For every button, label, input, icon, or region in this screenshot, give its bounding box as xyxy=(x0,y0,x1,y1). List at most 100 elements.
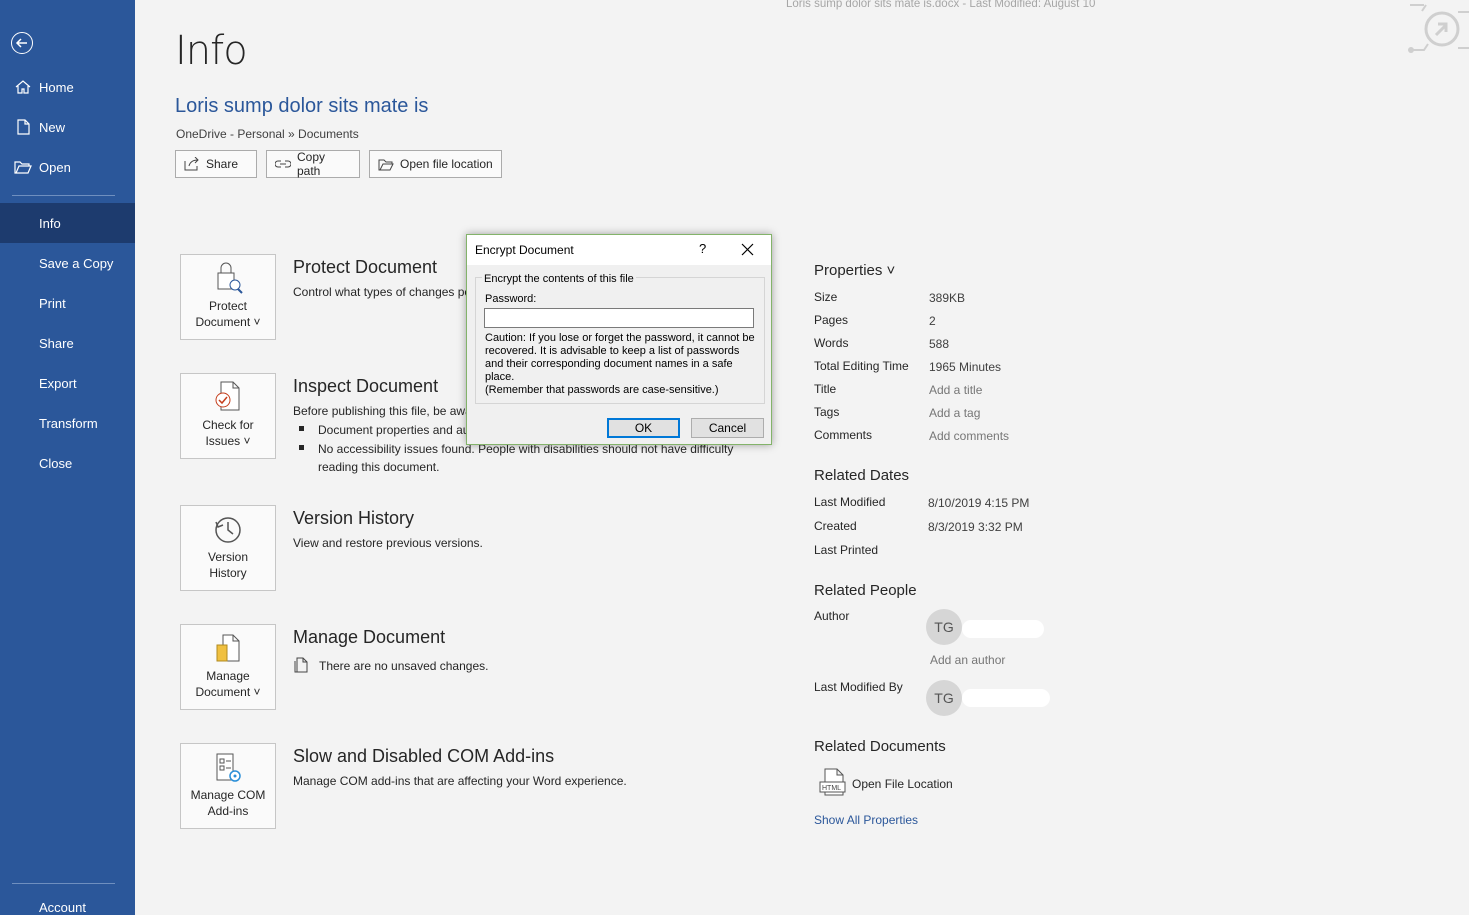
protect-document-label: Protect Document ˅ xyxy=(195,299,261,329)
password-input[interactable] xyxy=(484,308,754,328)
sidebar-item-account[interactable]: Account xyxy=(0,892,135,915)
caution-text: Caution: If you lose or forget the passw… xyxy=(485,332,757,397)
title-label: Title xyxy=(814,382,837,396)
title-field[interactable]: Add a title xyxy=(929,383,982,397)
link-icon xyxy=(275,160,291,168)
case-sensitive-note: (Remember that passwords are case-sensit… xyxy=(485,384,719,396)
words-label: Words xyxy=(814,336,849,350)
share-button-label: Share xyxy=(206,157,239,171)
protect-document-button[interactable]: Protect Document ˅ xyxy=(180,254,276,340)
ok-button[interactable]: OK xyxy=(607,418,680,438)
group-label: Encrypt the contents of this file xyxy=(482,273,636,285)
avatar[interactable]: TG xyxy=(926,609,962,645)
sidebar-item-share[interactable]: Share xyxy=(0,323,135,363)
caution-message: Caution: If you lose or forget the passw… xyxy=(485,332,755,383)
last-modified-label: Last Modified xyxy=(814,495,886,509)
folder-icon xyxy=(378,159,394,170)
created-value: 8/3/2019 3:32 PM xyxy=(928,520,1023,534)
sidebar-divider xyxy=(12,883,115,884)
window-title: Loris sump dolor sits mate is.docx - Las… xyxy=(786,0,1096,10)
sidebar-item-print[interactable]: Print xyxy=(0,283,135,323)
tags-label: Tags xyxy=(814,405,840,419)
inspect-document-icon xyxy=(215,381,240,411)
created-label: Created xyxy=(814,519,857,533)
sidebar-item-label: Home xyxy=(39,79,74,95)
dialog-title: Encrypt Document xyxy=(475,243,574,257)
properties-dropdown[interactable]: Properties ˅ xyxy=(814,262,895,279)
last-modified-by-label: Last Modified By xyxy=(814,680,903,694)
sidebar-item-new[interactable]: New xyxy=(0,107,135,147)
related-people-heading: Related People xyxy=(814,582,917,599)
size-value: 389KB xyxy=(929,291,966,305)
circuit-decoration-icon xyxy=(1408,4,1469,53)
close-icon[interactable] xyxy=(741,243,754,256)
com-addins-icon xyxy=(216,753,241,782)
sidebar-item-home[interactable]: Home xyxy=(0,67,135,107)
sidebar-item-label: Export xyxy=(39,375,77,391)
html-file-icon: HTML xyxy=(819,768,846,796)
sidebar-item-label: Share xyxy=(39,335,74,351)
com-addins-desc: Manage COM add-ins that are affecting yo… xyxy=(293,774,627,788)
page-title: Info xyxy=(175,28,248,74)
share-button[interactable]: Share xyxy=(175,150,257,178)
pages-label: Pages xyxy=(814,313,849,327)
document-icon xyxy=(294,657,308,673)
version-history-button[interactable]: Version History xyxy=(180,505,276,591)
manage-com-addins-button[interactable]: Manage COM Add-ins xyxy=(180,743,276,829)
sidebar-item-label: Print xyxy=(39,295,66,311)
inspect-document-desc: Before publishing this file, be awa xyxy=(293,404,472,418)
show-all-properties-link[interactable]: Show All Properties xyxy=(814,813,918,827)
share-icon xyxy=(184,157,199,171)
size-label: Size xyxy=(814,290,838,304)
tags-field[interactable]: Add a tag xyxy=(929,406,980,420)
editing-time-label: Total Editing Time xyxy=(814,359,909,373)
protect-document-title: Protect Document xyxy=(293,257,438,277)
inspect-document-title: Inspect Document xyxy=(293,376,439,396)
sidebar-item-info[interactable]: Info xyxy=(0,203,135,243)
svg-text:HTML: HTML xyxy=(822,785,841,792)
encrypt-document-dialog: Encrypt Document ? Encrypt the contents … xyxy=(466,234,772,445)
manage-document-desc: There are no unsaved changes. xyxy=(319,659,489,673)
version-history-label: Version History xyxy=(207,550,249,580)
protect-document-desc: Control what types of changes pe xyxy=(293,285,472,299)
sidebar-item-close[interactable]: Close xyxy=(0,443,135,483)
related-dates-heading: Related Dates xyxy=(814,467,910,484)
sidebar-divider xyxy=(12,195,115,196)
manage-document-title: Manage Document xyxy=(293,627,446,647)
sidebar-item-export[interactable]: Export xyxy=(0,363,135,403)
sidebar-item-label: Close xyxy=(39,455,73,471)
editing-time-value: 1965 Minutes xyxy=(929,360,1002,374)
sidebar-item-open[interactable]: Open xyxy=(0,147,135,187)
version-history-desc: View and restore previous versions. xyxy=(293,536,483,550)
sidebar-item-label: Save a Copy xyxy=(39,255,114,271)
open-file-location-button[interactable]: Open file location xyxy=(369,150,502,178)
manage-document-button[interactable]: Manage Document ˅ xyxy=(180,624,276,710)
new-document-icon xyxy=(17,119,30,135)
folder-open-icon xyxy=(14,161,32,174)
comments-label: Comments xyxy=(814,428,873,442)
back-arrow-icon[interactable] xyxy=(11,32,33,54)
document-name: Loris sump dolor sits mate is xyxy=(175,95,429,117)
avatar[interactable]: TG xyxy=(926,680,962,716)
cancel-button[interactable]: Cancel xyxy=(691,418,764,438)
add-author-link[interactable]: Add an author xyxy=(930,653,1005,667)
clock-history-icon xyxy=(215,517,241,543)
manage-com-addins-label: Manage COM Add-ins xyxy=(190,788,266,818)
password-label: Password: xyxy=(485,293,537,305)
copy-path-button-label: Copy path xyxy=(297,150,326,178)
author-label: Author xyxy=(814,609,850,623)
sidebar-item-transform[interactable]: Transform xyxy=(0,403,135,443)
open-file-location-link[interactable]: Open File Location xyxy=(852,777,953,791)
sidebar-item-label: New xyxy=(39,119,66,135)
copy-path-button[interactable]: Copy path xyxy=(266,150,360,178)
comments-field[interactable]: Add comments xyxy=(929,429,1009,443)
words-value: 588 xyxy=(929,337,950,351)
last-printed-label: Last Printed xyxy=(814,543,879,557)
manage-document-label: Manage Document ˅ xyxy=(195,669,261,699)
help-button[interactable]: ? xyxy=(699,241,706,256)
sidebar-item-save-a-copy[interactable]: Save a Copy xyxy=(0,243,135,283)
check-for-issues-button[interactable]: Check for Issues ˅ xyxy=(180,373,276,459)
redacted-author-name xyxy=(962,620,1044,638)
sidebar-item-label: Account xyxy=(39,900,86,915)
sidebar-item-label: Open xyxy=(39,159,71,175)
